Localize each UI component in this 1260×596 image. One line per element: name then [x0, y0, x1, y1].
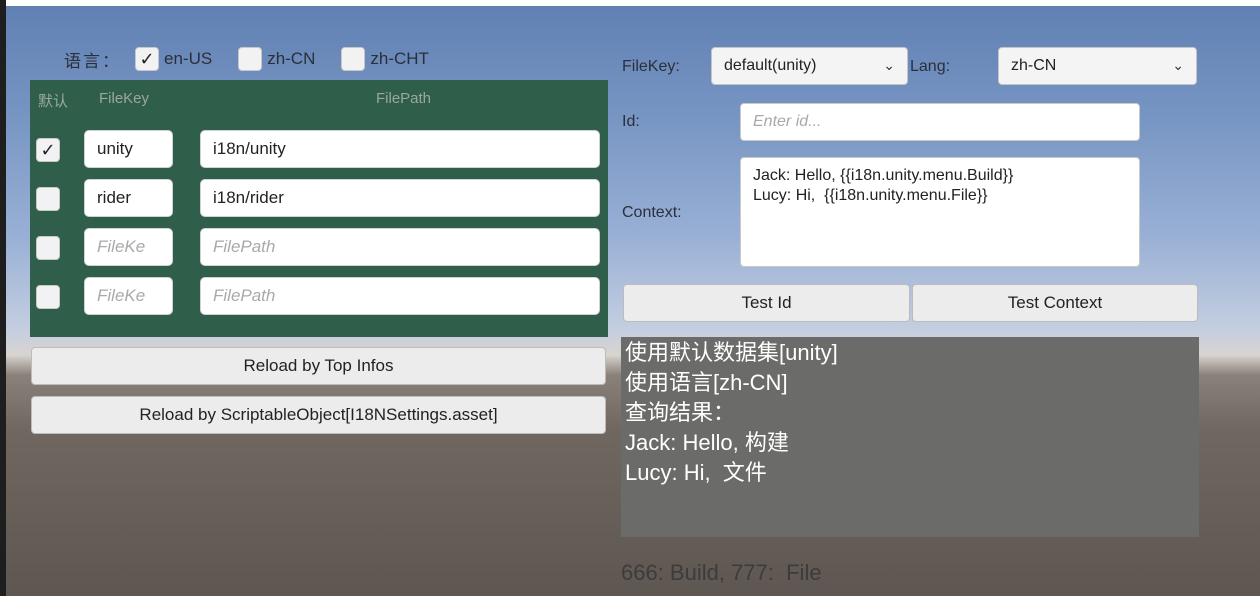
table-row: FileKe FilePath	[30, 228, 608, 266]
window-top-edge	[0, 0, 1260, 6]
row-default-checkbox[interactable]	[36, 285, 60, 309]
lang-option-label: en-US	[164, 49, 213, 68]
row-default-checkbox[interactable]	[36, 236, 60, 260]
lang-option-en-us[interactable]: ✓ en-US	[135, 47, 212, 71]
lang-checkbox-zh-cht[interactable]	[341, 47, 366, 71]
window-left-edge	[0, 0, 6, 596]
result-line: 使用语言[zh-CN]	[625, 370, 788, 395]
filepath-input[interactable]: i18n/rider	[200, 179, 600, 217]
result-line: 查询结果：	[625, 400, 736, 425]
lang-option-label: zh-CHT	[370, 49, 429, 68]
check-icon: ✓	[139, 49, 155, 69]
id-label: Id:	[622, 113, 640, 130]
language-label: 语言：	[64, 51, 121, 71]
lang-option-zh-cn[interactable]: zh-CN	[238, 47, 315, 71]
header-filekey: FileKey	[99, 90, 150, 107]
language-row: 语言： ✓ en-US zh-CN zh-CHT	[64, 46, 455, 72]
chevron-down-icon: ⌄	[883, 57, 895, 73]
result-output: 使用默认数据集[unity] 使用语言[zh-CN] 查询结果： Jack: Hell…	[621, 337, 1199, 537]
header-filepath: FilePath	[376, 90, 432, 107]
filepath-input[interactable]: FilePath	[200, 228, 600, 266]
test-context-button[interactable]: Test Context	[912, 284, 1198, 322]
filepath-input[interactable]: FilePath	[200, 277, 600, 315]
lang-dropdown-value: zh-CN	[1011, 57, 1057, 74]
test-id-button[interactable]: Test Id	[623, 284, 910, 322]
lang-label: Lang:	[910, 58, 951, 75]
table-row: FileKe FilePath	[30, 277, 608, 315]
check-icon: ✓	[40, 140, 56, 160]
table-row: ✓ unity i18n/unity	[30, 130, 608, 168]
filekey-input[interactable]: FileKe	[84, 277, 173, 315]
table-row: rider i18n/rider	[30, 179, 608, 217]
context-line: Jack: Hello, {{i18n.unity.menu.Build}}	[753, 167, 1014, 184]
result-line: Jack: Hello, 构建	[625, 430, 789, 455]
footer-status-text: 666: Build, 777: File	[621, 560, 822, 585]
row-default-checkbox[interactable]	[36, 187, 60, 211]
filekey-input[interactable]: FileKe	[84, 228, 173, 266]
chevron-down-icon: ⌄	[1172, 57, 1184, 73]
row-default-checkbox[interactable]: ✓	[36, 138, 60, 162]
context-textarea[interactable]: Jack: Hello, {{i18n.unity.menu.Build}} Lu…	[740, 157, 1140, 267]
file-table-panel: 默认 FileKey FilePath ✓ unity i18n/unity r…	[30, 80, 608, 337]
lang-checkbox-en-us[interactable]: ✓	[135, 47, 159, 71]
header-default: 默认	[38, 93, 69, 110]
result-line: Lucy: Hi, 文件	[625, 460, 767, 485]
lang-checkbox-zh-cn[interactable]	[238, 47, 263, 71]
context-label: Context:	[622, 204, 682, 221]
lang-option-zh-cht[interactable]: zh-CHT	[341, 47, 429, 71]
result-line: 使用默认数据集[unity]	[625, 340, 838, 365]
reload-top-infos-button[interactable]: Reload by Top Infos	[31, 347, 606, 385]
filekey-input[interactable]: rider	[84, 179, 173, 217]
lang-option-label: zh-CN	[267, 49, 316, 68]
filekey-dropdown-value: default(unity)	[724, 57, 817, 74]
context-line: Lucy: Hi, {{i18n.unity.menu.File}}	[753, 187, 988, 204]
filekey-label: FileKey:	[622, 58, 680, 75]
id-input[interactable]: Enter id...	[740, 103, 1140, 141]
filepath-input[interactable]: i18n/unity	[200, 130, 600, 168]
reload-scriptable-object-button[interactable]: Reload by ScriptableObject[I18NSettings.…	[31, 396, 606, 434]
lang-dropdown[interactable]: zh-CN ⌄	[998, 47, 1197, 85]
filekey-input[interactable]: unity	[84, 130, 173, 168]
table-header: 默认 FileKey FilePath	[38, 90, 598, 110]
filekey-dropdown[interactable]: default(unity) ⌄	[711, 47, 908, 85]
